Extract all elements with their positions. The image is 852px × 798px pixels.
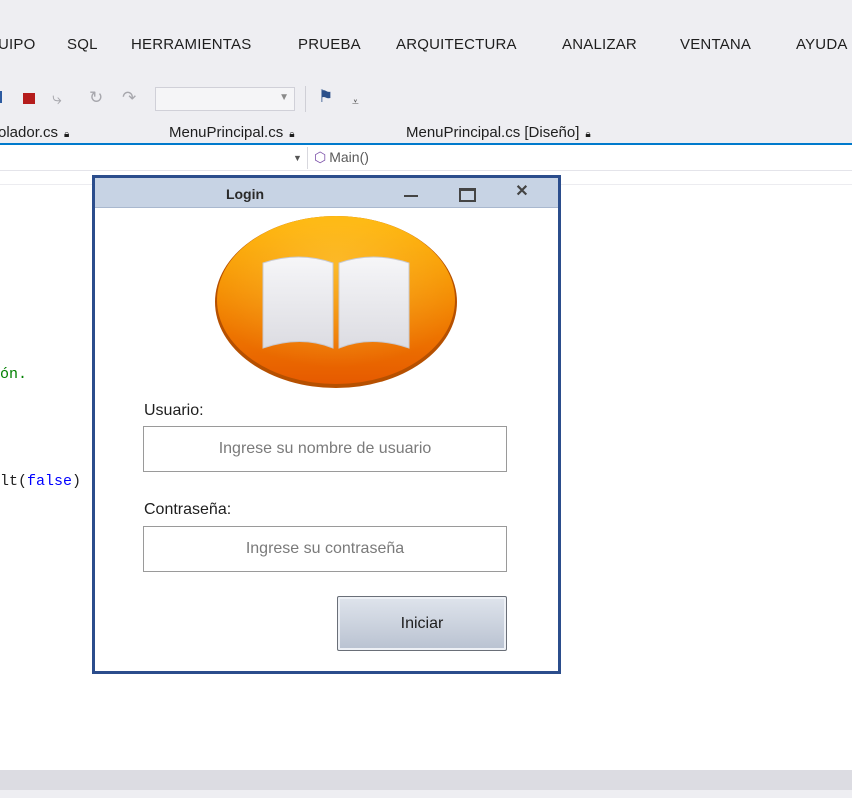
- bottom-strip: [0, 790, 852, 798]
- stop-icon[interactable]: [23, 93, 35, 104]
- toolbar-separator: [305, 86, 306, 112]
- toolbar-dropdown[interactable]: ▼: [155, 87, 295, 111]
- step-over-icon[interactable]: ↻: [89, 89, 103, 106]
- code-keyword: false: [27, 473, 73, 490]
- username-label: Usuario:: [144, 402, 204, 419]
- lock-icon: 🔒︎: [289, 129, 295, 140]
- tab-menuprincipal[interactable]: MenuPrincipal.cs 🔒︎: [169, 124, 295, 141]
- title-strip: [0, 0, 852, 22]
- document-tabs: olador.cs 🔒︎ MenuPrincipal.cs 🔒︎ MenuPrinc…: [0, 120, 852, 144]
- tab-menuprincipal-design[interactable]: MenuPrincipal.cs [Diseño] 🔒︎: [406, 124, 591, 141]
- password-label: Contraseña:: [144, 501, 232, 518]
- tab-label: MenuPrincipal.cs [Diseño]: [406, 124, 580, 141]
- menu-ayuda[interactable]: AYUDA: [796, 36, 848, 53]
- tab-label: olador.cs: [0, 124, 59, 141]
- book-logo: [215, 216, 457, 388]
- step-out-icon[interactable]: ↷: [122, 89, 136, 106]
- window-title: Login: [225, 186, 265, 202]
- minimize-icon[interactable]: [400, 182, 422, 202]
- maximize-icon[interactable]: [455, 182, 477, 202]
- login-titlebar[interactable]: Login ✕: [95, 178, 558, 208]
- overflow-icon[interactable]: ⩡: [352, 96, 359, 108]
- chevron-down-icon[interactable]: ▼: [293, 153, 302, 163]
- menu-sql[interactable]: SQL: [67, 36, 98, 53]
- method-icon: ⬡: [314, 149, 327, 165]
- toolbar: ⤷ ↻ ↷ ▼ ⚑ ⩡: [0, 68, 852, 120]
- chevron-down-icon: ▼: [279, 92, 289, 103]
- lock-icon: 🔒︎: [64, 129, 70, 140]
- menu-analizar[interactable]: ANALIZAR: [562, 36, 637, 53]
- code-text: ): [72, 473, 82, 490]
- navigation-bar: ▼ ⬡ Main(): [0, 145, 852, 171]
- member-dropdown[interactable]: ⬡ Main(): [314, 149, 369, 166]
- step-into-icon[interactable]: ⤷: [52, 90, 62, 107]
- status-bar: [0, 770, 852, 790]
- start-button[interactable]: Iniciar: [337, 596, 507, 651]
- menu-herramientas[interactable]: HERRAMIENTAS: [131, 36, 251, 53]
- code-text: lt(: [0, 473, 28, 490]
- find-icon[interactable]: ⚑: [318, 88, 333, 105]
- menu-arquitectura[interactable]: ARQUITECTURA: [396, 36, 517, 53]
- username-input[interactable]: [143, 426, 507, 472]
- tab-controlador[interactable]: olador.cs 🔒︎: [0, 124, 69, 141]
- nav-divider: [307, 147, 308, 169]
- code-comment: ón.: [0, 366, 28, 383]
- close-icon[interactable]: ✕: [511, 182, 533, 202]
- menu-ventana[interactable]: VENTANA: [680, 36, 751, 53]
- login-window: Login ✕ Usuario: Ingrese su nombre de us…: [92, 175, 561, 674]
- code-line: lt(false): [0, 473, 81, 490]
- menu-prueba[interactable]: PRUEBA: [298, 36, 361, 53]
- menu-equipo[interactable]: UIPO: [0, 36, 35, 53]
- lock-icon: 🔒︎: [585, 129, 591, 140]
- toolbar-edge-icon: [0, 91, 2, 103]
- login-window-body: Login ✕ Usuario: Ingrese su nombre de us…: [95, 178, 558, 671]
- tab-label: MenuPrincipal.cs: [169, 124, 284, 141]
- member-name: Main(): [329, 149, 369, 165]
- menu-bar: UIPO SQL HERRAMIENTAS PRUEBA ARQUITECTUR…: [0, 22, 852, 68]
- password-input[interactable]: [143, 526, 507, 572]
